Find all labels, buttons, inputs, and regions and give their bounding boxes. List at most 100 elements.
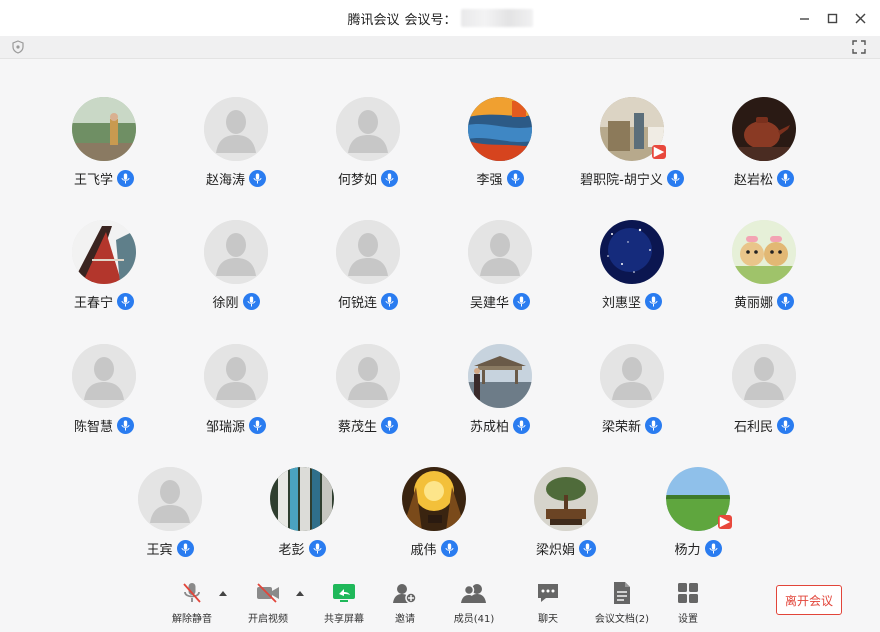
participant-name: 何梦如 (337, 172, 377, 188)
mic-icon (242, 292, 260, 310)
participant-avatar (72, 220, 136, 284)
participant-avatar (600, 97, 666, 161)
mic-icon (381, 416, 398, 434)
participant-tile[interactable]: 梁炽娟 (500, 467, 632, 574)
participant-tile[interactable]: 李强 (434, 97, 566, 207)
mic-icon (704, 539, 722, 557)
close-button[interactable] (846, 4, 874, 32)
mic-icon (117, 416, 134, 434)
participant-tile[interactable]: 刘惠坚 (566, 220, 698, 330)
mic-icon (666, 169, 684, 187)
caret-up-icon[interactable] (296, 590, 304, 598)
participant-tile[interactable]: 陈智慧 (38, 344, 170, 454)
participant-tile[interactable]: 石利民 (698, 344, 830, 454)
participant-name: 苏成柏 (469, 419, 509, 435)
screen-share-badge-icon (718, 515, 732, 529)
chat-button[interactable]: 聊天 (516, 580, 580, 628)
mic-icon (381, 292, 398, 310)
mic-muted-icon (183, 583, 201, 603)
mic-icon (176, 539, 194, 557)
screen-share-badge-icon (652, 145, 666, 159)
minimize-icon (799, 17, 809, 20)
participant-name: 梁荣新 (601, 419, 641, 435)
info-bar (0, 36, 880, 59)
participant-tile[interactable]: 赵海涛 (170, 97, 302, 207)
participant-name: 杨力 (674, 542, 701, 558)
members-button[interactable]: 成员(41) (442, 580, 506, 628)
fullscreen-icon[interactable] (852, 40, 866, 54)
participant-avatar (732, 220, 796, 284)
mic-icon (117, 169, 134, 187)
members-icon (461, 584, 486, 603)
participant-tile[interactable]: 吴建华 (434, 220, 566, 330)
participant-name: 赵岩松 (733, 172, 773, 188)
mic-icon (381, 169, 398, 187)
mic-icon (513, 292, 530, 310)
participant-name: 何锐连 (337, 295, 377, 311)
participant-tile[interactable]: 何梦如 (302, 97, 434, 207)
participant-name: 李强 (476, 172, 503, 188)
participant-avatar (732, 97, 796, 161)
participant-tile[interactable]: 梁荣新 (566, 344, 698, 454)
participant-name: 王飞学 (73, 172, 113, 188)
mic-icon (506, 169, 524, 187)
mic-icon (249, 416, 266, 434)
meeting-docs-button[interactable]: 会议文档(2) (590, 580, 654, 628)
leave-meeting-button[interactable]: 离开会议 (776, 585, 842, 615)
app-name: 腾讯会议 (347, 12, 400, 28)
unmute-label: 解除静音 (172, 614, 212, 625)
default-avatar-icon (336, 97, 400, 161)
unmute-button[interactable]: 解除静音 (160, 580, 224, 628)
participant-name: 王春宁 (73, 295, 113, 311)
start-video-button[interactable]: 开启视频 (236, 580, 300, 628)
participant-tile[interactable]: 蔡茂生 (302, 344, 434, 454)
share-screen-button[interactable]: 共享屏幕 (312, 580, 376, 628)
settings-button[interactable]: 设置 (656, 580, 720, 628)
mic-icon (513, 416, 530, 434)
default-avatar-icon (204, 344, 268, 408)
participant-tile[interactable]: 王春宁 (38, 220, 170, 330)
default-avatar-icon (336, 344, 400, 408)
members-label: 成员(41) (453, 614, 495, 625)
share-screen-icon (333, 584, 355, 602)
participant-name: 黄丽娜 (733, 295, 773, 311)
default-avatar-icon (204, 220, 268, 284)
participant-tile[interactable]: 苏成柏 (434, 344, 566, 454)
minimize-button[interactable] (790, 4, 818, 32)
participant-avatar (666, 467, 732, 531)
mic-icon (645, 416, 662, 434)
participant-tile[interactable]: 邹瑞源 (170, 344, 302, 454)
default-avatar-icon (138, 467, 202, 531)
mic-icon (645, 292, 662, 310)
participant-tile[interactable]: 戚伟 (368, 467, 500, 574)
invite-button[interactable]: 邀请 (373, 580, 437, 628)
participant-tile[interactable]: 何锐连 (302, 220, 434, 330)
participant-avatar (468, 344, 532, 408)
shield-icon[interactable] (12, 40, 24, 54)
participant-avatar (600, 220, 664, 284)
default-avatar-icon (600, 344, 664, 408)
video-off-icon (257, 583, 279, 603)
meeting-id-redacted (460, 9, 533, 27)
window-title: 腾讯会议 会议号： (0, 0, 880, 36)
participant-name: 陈智慧 (73, 419, 113, 435)
participant-tile[interactable]: 老彭 (236, 467, 368, 574)
default-avatar-icon (336, 220, 400, 284)
participant-tile[interactable]: 黄丽娜 (698, 220, 830, 330)
participant-tile[interactable]: 王飞学 (38, 97, 170, 207)
participant-tile[interactable]: 赵岩松 (698, 97, 830, 207)
participant-tile[interactable]: 王宾 (104, 467, 236, 574)
maximize-button[interactable] (818, 4, 846, 32)
participant-tile[interactable]: 杨力 (632, 467, 764, 574)
invite-label: 邀请 (395, 614, 415, 625)
caret-up-icon[interactable] (219, 590, 227, 598)
participant-name: 刘惠坚 (601, 295, 641, 311)
add-user-icon (393, 584, 417, 604)
participant-tile[interactable]: 徐刚 (170, 220, 302, 330)
participant-tile[interactable]: 碧职院-胡宁义 (566, 97, 698, 207)
chat-label: 聊天 (538, 614, 558, 625)
close-icon (855, 13, 865, 23)
participant-avatar (270, 467, 334, 531)
chat-icon (538, 584, 558, 602)
participant-name: 戚伟 (410, 542, 437, 558)
